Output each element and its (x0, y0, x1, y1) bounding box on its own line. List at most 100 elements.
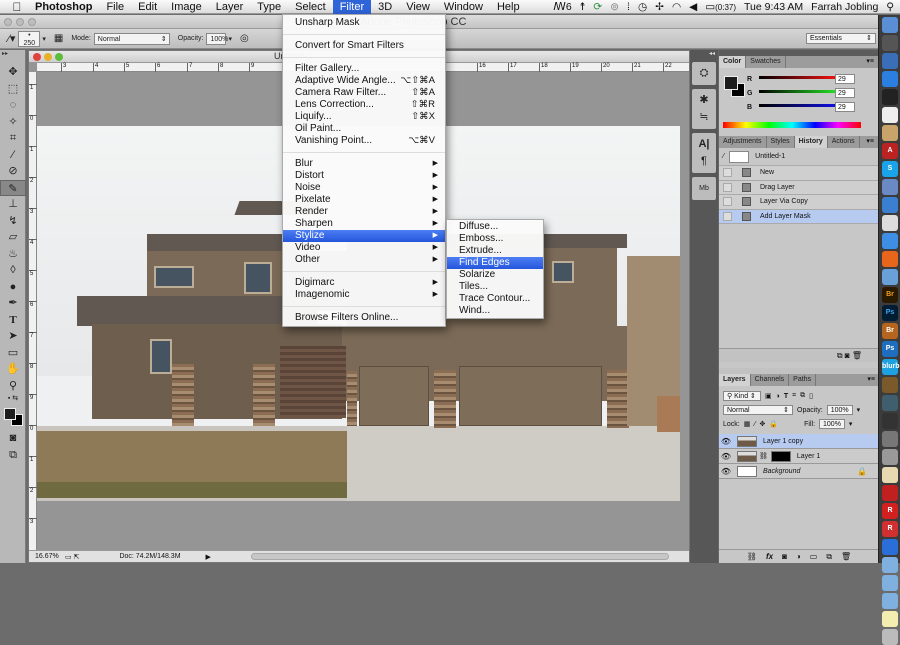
layer-mask-thumbnail[interactable] (770, 450, 791, 462)
dock-dashboard-icon[interactable] (882, 89, 898, 105)
green-slider[interactable]: G 29 (747, 88, 877, 100)
filter-menu-item-imagenomic[interactable]: Imagenomic ▶ (283, 289, 445, 301)
dock-mission-control-icon[interactable] (882, 53, 898, 69)
tab-adjustments[interactable]: Adjustments (719, 136, 767, 148)
marquee-tool-icon[interactable]: ⬚ (0, 81, 26, 98)
spotlight-icon[interactable]: ⚲ (886, 0, 894, 14)
history-source-checkbox[interactable] (723, 182, 732, 192)
menu-file[interactable]: File (99, 0, 131, 14)
stylize-menu-item-tiles[interactable]: Tiles... (447, 281, 543, 293)
blue-value[interactable]: 29 (835, 102, 855, 112)
link-layers-icon[interactable]: ⛓ (747, 550, 757, 563)
paragraph-panel-icon[interactable]: ¶ (692, 153, 716, 170)
dock-contacts-icon[interactable] (882, 125, 898, 141)
dock-safari-icon[interactable] (882, 233, 898, 249)
green-value[interactable]: 29 (835, 88, 855, 98)
menu-window[interactable]: Window (437, 0, 490, 14)
history-state[interactable]: New (719, 166, 878, 181)
mini-bridge-icon[interactable]: Mb (692, 180, 716, 197)
snapshot-icon[interactable]: ◙ (845, 351, 850, 360)
filter-adjustment-icon[interactable]: ◑ (776, 393, 780, 400)
red-slider[interactable]: R 29 (747, 74, 877, 86)
dock-photoshop-icon[interactable]: Ps (882, 305, 898, 321)
tab-color[interactable]: Color (719, 56, 747, 68)
menu-photoshop[interactable]: Photoshop (28, 0, 99, 14)
tab-channels[interactable]: Channels (751, 374, 790, 386)
dock-firefox-icon[interactable] (882, 251, 898, 267)
apple-menu-icon[interactable]:  (6, 0, 28, 14)
layer-opacity-field[interactable]: 100% (826, 405, 853, 415)
signal-icon[interactable]: ⁞ (627, 0, 630, 14)
visibility-eye-icon[interactable]: 👁 (719, 452, 733, 461)
crop-tool-icon[interactable]: ⌗ (0, 130, 26, 147)
opacity-dropdown-icon[interactable]: ▾ (857, 406, 861, 414)
new-document-from-state-icon[interactable]: ⧉ (837, 351, 843, 360)
menu-image[interactable]: Image (164, 0, 209, 14)
new-layer-icon[interactable]: ⧉ (826, 550, 832, 563)
brush-panel-toggle-icon[interactable]: ▦ (54, 33, 63, 44)
dock-image-capture-icon[interactable] (882, 377, 898, 393)
status-icons[interactable]: ▭ ⇱ (65, 553, 79, 561)
delete-layer-icon[interactable]: 🗑 (841, 550, 851, 563)
tablet-pressure-icon[interactable]: ◎ (240, 33, 249, 44)
filter-menu-item-video[interactable]: Video ▶ (283, 242, 445, 254)
history-state[interactable]: Add Layer Mask (719, 209, 878, 224)
battery-icon[interactable]: ▭(0:37) (705, 0, 736, 15)
panel-menu-icon[interactable]: ▾≡ (867, 374, 875, 386)
panel-menu-icon[interactable]: ▾≡ (866, 56, 874, 68)
filter-menu-item-liquify[interactable]: Liquify... ⇧⌘X (283, 111, 445, 123)
rectangle-tool-icon[interactable]: ▭ (0, 345, 26, 362)
dock-photoshop-old-icon[interactable]: Ps (882, 341, 898, 357)
volume-icon[interactable]: ◀ (689, 0, 697, 14)
tab-actions[interactable]: Actions (828, 136, 860, 148)
filter-menu-item-unsharp-mask[interactable]: Unsharp Mask (283, 17, 445, 29)
lock-transparent-icon[interactable]: ▦ (744, 420, 751, 428)
quick-mask-icon[interactable]: ◙ (0, 430, 26, 447)
dock-folder-documents-icon[interactable] (882, 557, 898, 573)
layer-name[interactable]: Layer 1 (797, 453, 820, 460)
stylize-menu-item-extrude[interactable]: Extrude... (447, 245, 543, 257)
adjustment-layer-icon[interactable]: ◑ (796, 550, 801, 563)
filter-menu-item-adaptive-wide-angle[interactable]: Adaptive Wide Angle... ⌥⇧⌘A (283, 75, 445, 87)
filter-menu-item-other[interactable]: Other ▶ (283, 254, 445, 266)
color-spectrum[interactable] (723, 122, 861, 128)
history-state[interactable]: Layer Via Copy (719, 195, 878, 210)
filter-toggle-icon[interactable]: ▯ (809, 392, 813, 400)
mode-select[interactable]: Normal ⇕ (93, 32, 170, 45)
status-menu-arrow-icon[interactable]: ▶ (205, 553, 210, 561)
clock[interactable]: Tue 9:43 AM (744, 0, 803, 14)
dock-acrobat-icon[interactable]: A (882, 143, 898, 159)
cc-icon[interactable]: ⊚ (610, 0, 619, 14)
filter-menu-item-filter-gallery[interactable]: Filter Gallery... (283, 63, 445, 75)
filter-type-icon[interactable]: T (784, 393, 788, 400)
dock-skype-icon[interactable]: S (882, 161, 898, 177)
menu-select[interactable]: Select (288, 0, 333, 14)
swap-colors-icon[interactable]: ▪ ⇆ (0, 394, 26, 404)
stylize-menu-item-diffuse[interactable]: Diffuse... (447, 221, 543, 233)
menu-layer[interactable]: Layer (209, 0, 251, 14)
layer-name[interactable]: Background (763, 468, 800, 475)
minimize-document-button[interactable] (44, 53, 52, 61)
tab-swatches[interactable]: Swatches (746, 56, 786, 68)
filter-menu-item-lens-correction[interactable]: Lens Correction... ⇧⌘R (283, 99, 445, 111)
tab-layers[interactable]: Layers (719, 374, 751, 386)
clone-source-icon[interactable]: ≒ (692, 109, 716, 126)
filter-menu-item-sharpen[interactable]: Sharpen ▶ (283, 218, 445, 230)
pen-tool-icon[interactable]: ✒ (0, 295, 26, 312)
dock-preview-icon[interactable] (882, 179, 898, 195)
wifi-icon[interactable]: ◠ (672, 0, 681, 14)
adobe-ai-icon[interactable]: ꟿ6 (553, 0, 571, 14)
brush-tool-icon[interactable]: ✎ (0, 179, 26, 196)
healing-brush-tool-icon[interactable]: ⊘ (0, 163, 26, 180)
paint-bucket-tool-icon[interactable]: ♨ (0, 246, 26, 263)
zoom-tool-icon[interactable]: ⚲ (0, 378, 26, 395)
time-machine-icon[interactable]: ◷ (638, 0, 647, 14)
layer-row[interactable]: 👁 Layer 1 copy (719, 434, 879, 449)
hand-tool-icon[interactable]: ✋ (0, 361, 26, 378)
layer-row[interactable]: 👁 ⛓ Layer 1 (719, 449, 879, 464)
filter-smart-object-icon[interactable]: ⧉ (800, 392, 805, 400)
filter-shape-icon[interactable]: ⌗ (792, 392, 796, 400)
panel-menu-icon[interactable]: ▾≡ (866, 136, 874, 148)
dock-blurb-icon[interactable]: blurb (882, 359, 900, 375)
clone-stamp-tool-icon[interactable]: ⊥ (0, 196, 26, 213)
